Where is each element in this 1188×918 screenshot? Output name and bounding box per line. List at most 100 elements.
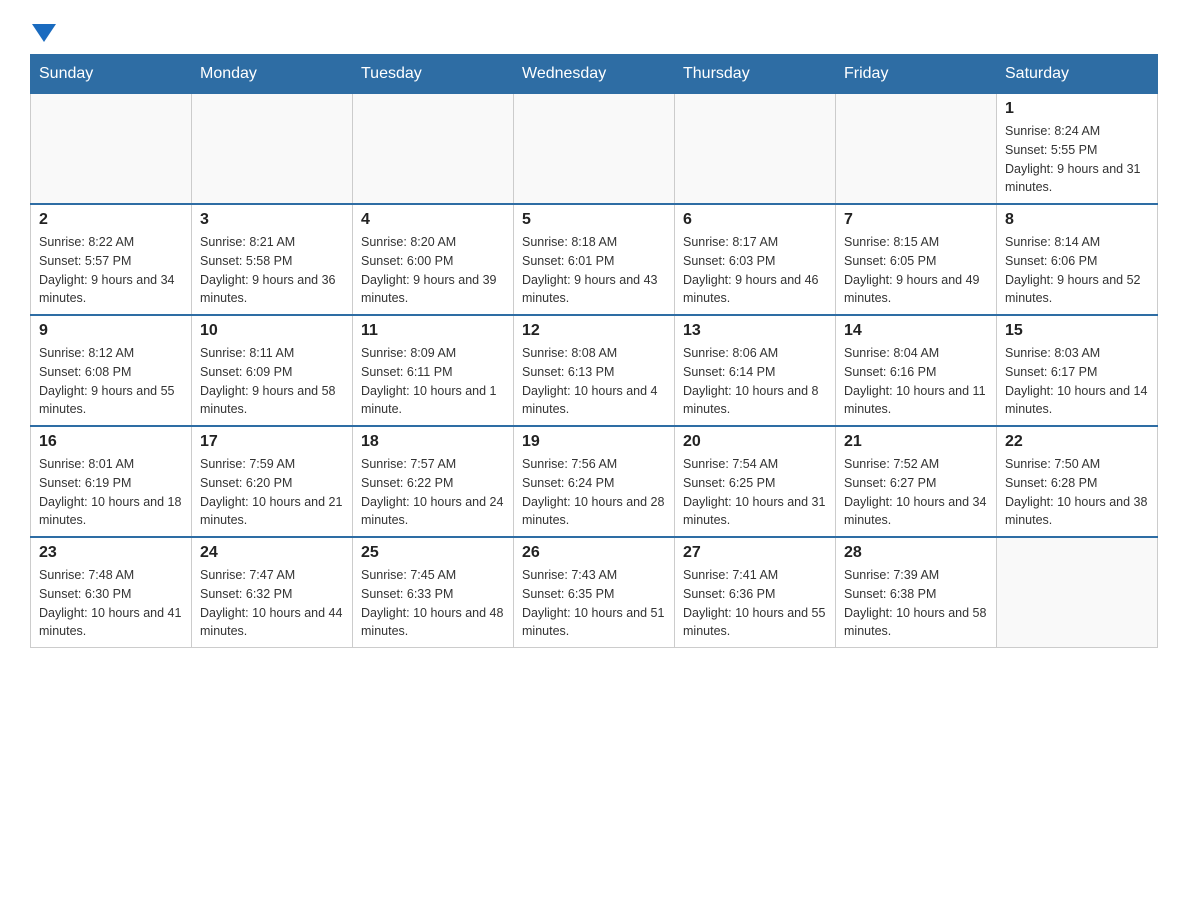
day-info: Sunrise: 8:08 AMSunset: 6:13 PMDaylight:… (522, 344, 666, 419)
calendar-cell (997, 537, 1158, 648)
day-info: Sunrise: 7:52 AMSunset: 6:27 PMDaylight:… (844, 455, 988, 530)
calendar-cell: 26Sunrise: 7:43 AMSunset: 6:35 PMDayligh… (514, 537, 675, 648)
calendar-cell (836, 94, 997, 205)
day-number: 11 (361, 322, 505, 340)
calendar-header-row: SundayMondayTuesdayWednesdayThursdayFrid… (31, 55, 1158, 94)
day-info: Sunrise: 8:12 AMSunset: 6:08 PMDaylight:… (39, 344, 183, 419)
calendar-cell: 28 Sunrise: 7:39 AMSunset: 6:38 PMDayligh… (836, 537, 997, 648)
day-number: 8 (1005, 211, 1149, 229)
day-info: Sunrise: 8:22 AMSunset: 5:57 PMDaylight:… (39, 233, 183, 308)
calendar-cell (353, 94, 514, 205)
calendar-table: SundayMondayTuesdayWednesdayThursdayFrid… (30, 54, 1158, 648)
day-number: 24 (200, 544, 344, 562)
day-info: Sunrise: 8:01 AMSunset: 6:19 PMDaylight:… (39, 455, 183, 530)
calendar-cell: 21 Sunrise: 7:52 AMSunset: 6:27 PMDayligh… (836, 426, 997, 537)
day-number: 7 (844, 211, 988, 229)
calendar-cell: 23 Sunrise: 7:48 AMSunset: 6:30 PMDayligh… (31, 537, 192, 648)
logo-triangle-icon (32, 24, 56, 42)
calendar-week-row: 9Sunrise: 8:12 AMSunset: 6:08 PMDaylight… (31, 315, 1158, 426)
calendar-cell: 4 Sunrise: 8:20 AMSunset: 6:00 PMDaylight… (353, 204, 514, 315)
calendar-cell: 12 Sunrise: 8:08 AMSunset: 6:13 PMDayligh… (514, 315, 675, 426)
day-number: 5 (522, 211, 666, 229)
day-info: Sunrise: 7:45 AMSunset: 6:33 PMDaylight:… (361, 566, 505, 641)
day-number: 3 (200, 211, 344, 229)
day-number: 28 (844, 544, 988, 562)
calendar-cell: 14Sunrise: 8:04 AMSunset: 6:16 PMDayligh… (836, 315, 997, 426)
day-info: Sunrise: 7:47 AMSunset: 6:32 PMDaylight:… (200, 566, 344, 641)
calendar-cell: 27 Sunrise: 7:41 AMSunset: 6:36 PMDayligh… (675, 537, 836, 648)
day-info: Sunrise: 7:41 AMSunset: 6:36 PMDaylight:… (683, 566, 827, 641)
calendar-cell: 20 Sunrise: 7:54 AMSunset: 6:25 PMDayligh… (675, 426, 836, 537)
day-number: 18 (361, 433, 505, 451)
day-number: 23 (39, 544, 183, 562)
day-info: Sunrise: 8:15 AMSunset: 6:05 PMDaylight:… (844, 233, 988, 308)
day-number: 4 (361, 211, 505, 229)
day-number: 25 (361, 544, 505, 562)
calendar-cell: 24 Sunrise: 7:47 AMSunset: 6:32 PMDayligh… (192, 537, 353, 648)
calendar-cell: 9Sunrise: 8:12 AMSunset: 6:08 PMDaylight… (31, 315, 192, 426)
day-number: 2 (39, 211, 183, 229)
day-info: Sunrise: 7:59 AMSunset: 6:20 PMDaylight:… (200, 455, 344, 530)
day-number: 15 (1005, 322, 1149, 340)
day-number: 19 (522, 433, 666, 451)
day-number: 21 (844, 433, 988, 451)
day-info: Sunrise: 8:14 AMSunset: 6:06 PMDaylight:… (1005, 233, 1149, 308)
day-info: Sunrise: 8:20 AMSunset: 6:00 PMDaylight:… (361, 233, 505, 308)
day-number: 17 (200, 433, 344, 451)
day-number: 12 (522, 322, 666, 340)
calendar-cell: 13 Sunrise: 8:06 AMSunset: 6:14 PMDayligh… (675, 315, 836, 426)
calendar-cell: 18 Sunrise: 7:57 AMSunset: 6:22 PMDayligh… (353, 426, 514, 537)
day-info: Sunrise: 7:57 AMSunset: 6:22 PMDaylight:… (361, 455, 505, 530)
day-info: Sunrise: 8:21 AMSunset: 5:58 PMDaylight:… (200, 233, 344, 308)
calendar-cell: 19 Sunrise: 7:56 AMSunset: 6:24 PMDayligh… (514, 426, 675, 537)
calendar-cell: 2 Sunrise: 8:22 AMSunset: 5:57 PMDaylight… (31, 204, 192, 315)
day-info: Sunrise: 7:48 AMSunset: 6:30 PMDaylight:… (39, 566, 183, 641)
calendar-cell: 7 Sunrise: 8:15 AMSunset: 6:05 PMDaylight… (836, 204, 997, 315)
day-info: Sunrise: 7:54 AMSunset: 6:25 PMDaylight:… (683, 455, 827, 530)
calendar-cell: 22 Sunrise: 7:50 AMSunset: 6:28 PMDayligh… (997, 426, 1158, 537)
day-info: Sunrise: 7:56 AMSunset: 6:24 PMDaylight:… (522, 455, 666, 530)
day-number: 22 (1005, 433, 1149, 451)
calendar-header-saturday: Saturday (997, 55, 1158, 94)
day-info: Sunrise: 8:11 AMSunset: 6:09 PMDaylight:… (200, 344, 344, 419)
calendar-week-row: 16 Sunrise: 8:01 AMSunset: 6:19 PMDayligh… (31, 426, 1158, 537)
day-number: 27 (683, 544, 827, 562)
calendar-cell: 10 Sunrise: 8:11 AMSunset: 6:09 PMDayligh… (192, 315, 353, 426)
calendar-cell: 25 Sunrise: 7:45 AMSunset: 6:33 PMDayligh… (353, 537, 514, 648)
page-header (30, 20, 1158, 44)
calendar-week-row: 2 Sunrise: 8:22 AMSunset: 5:57 PMDaylight… (31, 204, 1158, 315)
calendar-cell: 11 Sunrise: 8:09 AMSunset: 6:11 PMDayligh… (353, 315, 514, 426)
calendar-header-sunday: Sunday (31, 55, 192, 94)
day-info: Sunrise: 8:24 AMSunset: 5:55 PMDaylight:… (1005, 122, 1149, 197)
calendar-cell: 1Sunrise: 8:24 AMSunset: 5:55 PMDaylight… (997, 94, 1158, 205)
calendar-cell (31, 94, 192, 205)
calendar-header-tuesday: Tuesday (353, 55, 514, 94)
day-info: Sunrise: 8:18 AMSunset: 6:01 PMDaylight:… (522, 233, 666, 308)
day-info: Sunrise: 7:50 AMSunset: 6:28 PMDaylight:… (1005, 455, 1149, 530)
day-number: 6 (683, 211, 827, 229)
day-info: Sunrise: 8:03 AMSunset: 6:17 PMDaylight:… (1005, 344, 1149, 419)
calendar-header-friday: Friday (836, 55, 997, 94)
calendar-cell (192, 94, 353, 205)
calendar-cell (514, 94, 675, 205)
calendar-cell: 8 Sunrise: 8:14 AMSunset: 6:06 PMDaylight… (997, 204, 1158, 315)
day-info: Sunrise: 8:06 AMSunset: 6:14 PMDaylight:… (683, 344, 827, 419)
calendar-header-thursday: Thursday (675, 55, 836, 94)
day-info: Sunrise: 8:17 AMSunset: 6:03 PMDaylight:… (683, 233, 827, 308)
day-number: 14 (844, 322, 988, 340)
day-number: 10 (200, 322, 344, 340)
day-info: Sunrise: 7:39 AMSunset: 6:38 PMDaylight:… (844, 566, 988, 641)
calendar-cell (675, 94, 836, 205)
day-info: Sunrise: 8:09 AMSunset: 6:11 PMDaylight:… (361, 344, 505, 419)
calendar-cell: 5 Sunrise: 8:18 AMSunset: 6:01 PMDaylight… (514, 204, 675, 315)
calendar-cell: 17 Sunrise: 7:59 AMSunset: 6:20 PMDayligh… (192, 426, 353, 537)
calendar-week-row: 1Sunrise: 8:24 AMSunset: 5:55 PMDaylight… (31, 94, 1158, 205)
day-number: 13 (683, 322, 827, 340)
calendar-header-monday: Monday (192, 55, 353, 94)
calendar-cell: 15 Sunrise: 8:03 AMSunset: 6:17 PMDayligh… (997, 315, 1158, 426)
calendar-cell: 16 Sunrise: 8:01 AMSunset: 6:19 PMDayligh… (31, 426, 192, 537)
day-number: 26 (522, 544, 666, 562)
calendar-header-wednesday: Wednesday (514, 55, 675, 94)
day-number: 20 (683, 433, 827, 451)
day-number: 16 (39, 433, 183, 451)
